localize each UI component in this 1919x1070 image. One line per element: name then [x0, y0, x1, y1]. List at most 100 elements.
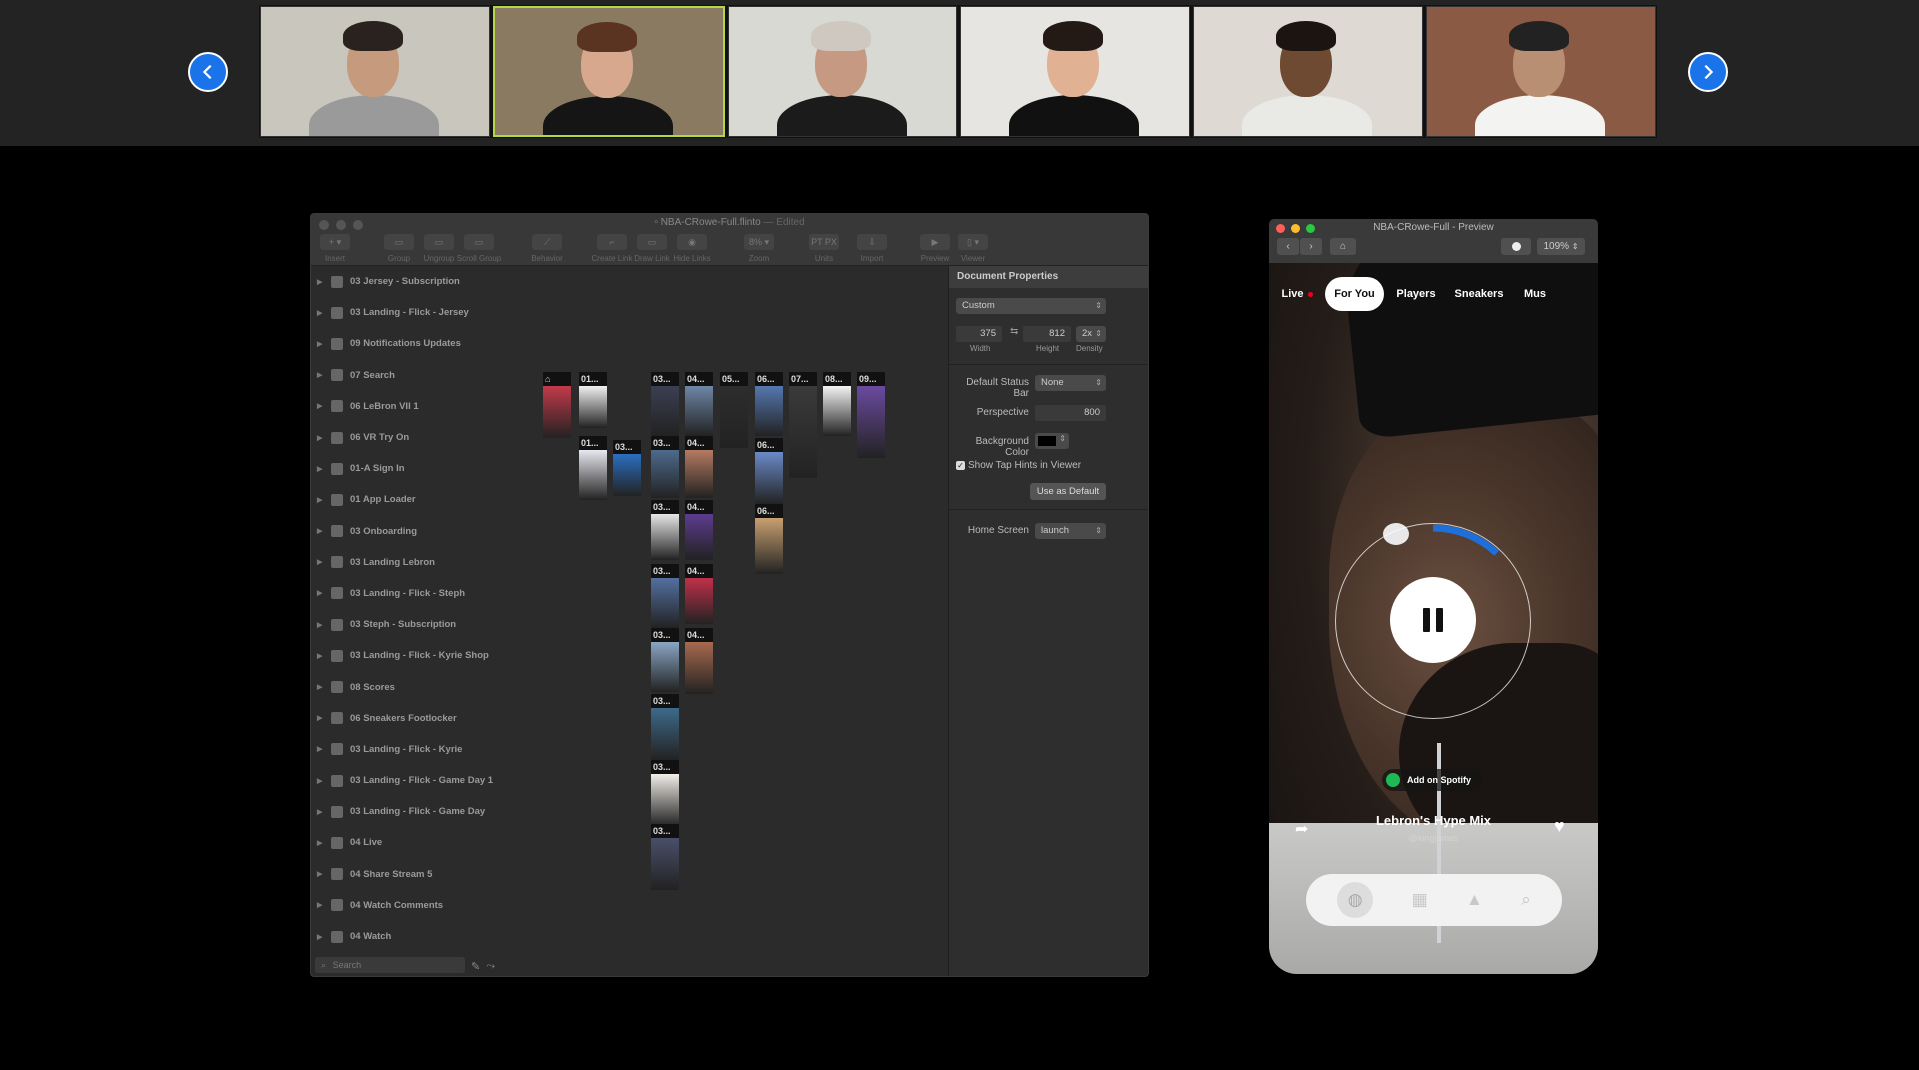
- tab-music[interactable]: Mus: [1520, 277, 1550, 311]
- toolbar-insert-button[interactable]: + ▾ Insert: [311, 234, 363, 263]
- tab-live[interactable]: Live: [1275, 277, 1319, 311]
- disclosure-triangle-icon[interactable]: ▶: [317, 621, 327, 629]
- participant-video-tile[interactable]: [492, 6, 725, 137]
- toolbar-hide-links-button[interactable]: ◉ Hide Links: [664, 234, 720, 263]
- layer-row[interactable]: ▶ 03 Landing - Flick - Game Day 1: [311, 765, 541, 796]
- screen-thumbnail[interactable]: 01...: [579, 372, 607, 428]
- disclosure-triangle-icon[interactable]: ▶: [317, 901, 327, 909]
- tab-players[interactable]: Players: [1393, 277, 1439, 311]
- participant-video-tile[interactable]: [1193, 6, 1424, 137]
- screen-thumbnail[interactable]: 03...: [651, 372, 679, 436]
- screen-thumbnail[interactable]: 06...: [755, 372, 783, 436]
- screen-thumbnail[interactable]: 03...: [651, 824, 679, 890]
- disclosure-triangle-icon[interactable]: ▶: [317, 870, 327, 878]
- layer-row[interactable]: ▶ 03 Landing - Flick - Jersey: [311, 297, 541, 328]
- phone-preview-screen[interactable]: Live For You Players Sneakers Mus Add on…: [1269, 263, 1598, 974]
- layer-row[interactable]: ▶ 03 Landing - Flick - Game Day: [311, 796, 541, 827]
- screen-thumbnail[interactable]: 07...: [789, 372, 817, 478]
- disclosure-triangle-icon[interactable]: ▶: [317, 933, 327, 941]
- height-field[interactable]: 812: [1023, 326, 1071, 342]
- toolbar-scroll-group-button[interactable]: ▭ Scroll Group: [451, 234, 507, 263]
- screen-thumbnail[interactable]: 04...: [685, 436, 713, 498]
- disclosure-triangle-icon[interactable]: ▶: [317, 496, 327, 504]
- screen-thumbnail[interactable]: 04...: [685, 564, 713, 624]
- toolbar-viewer-button[interactable]: ▯ ▾ Viewer: [945, 234, 1001, 263]
- layer-row[interactable]: ▶ 01-A Sign In: [311, 453, 541, 484]
- link-path-icon[interactable]: ⤳: [486, 960, 495, 973]
- participant-video-tile[interactable]: [260, 6, 490, 137]
- screen-thumbnail[interactable]: 08...: [823, 372, 851, 436]
- previous-participants-button[interactable]: [188, 52, 228, 92]
- layer-row[interactable]: ▶ 07 Search: [311, 360, 541, 391]
- scores-icon[interactable]: ▦: [1412, 890, 1428, 910]
- layer-row[interactable]: ▶ 03 Landing - Flick - Kyrie Shop: [311, 640, 541, 671]
- perspective-field[interactable]: 800: [1035, 405, 1106, 421]
- heart-icon[interactable]: ♥: [1554, 816, 1565, 837]
- layer-row[interactable]: ▶ 09 Notifications Updates: [311, 328, 541, 359]
- screens-canvas[interactable]: ⌂ 01... 01... 03... 03... 03... 03... 03... 03..…: [541, 266, 885, 976]
- participant-video-tile[interactable]: [960, 6, 1191, 137]
- add-on-spotify-button[interactable]: Add on Spotify: [1382, 769, 1482, 791]
- disclosure-triangle-icon[interactable]: ▶: [317, 402, 327, 410]
- disclosure-triangle-icon[interactable]: ▶: [317, 558, 327, 566]
- toolbar-behavior-button[interactable]: ⟋ Behavior: [519, 234, 575, 263]
- notifications-bell-icon[interactable]: ▲: [1466, 890, 1483, 910]
- use-as-default-button[interactable]: Use as Default: [1030, 483, 1106, 500]
- disclosure-triangle-icon[interactable]: ▶: [317, 652, 327, 660]
- disclosure-triangle-icon[interactable]: ▶: [317, 309, 327, 317]
- search-icon[interactable]: ⌕: [1521, 890, 1531, 910]
- disclosure-triangle-icon[interactable]: ▶: [317, 745, 327, 753]
- layer-row[interactable]: ▶ 08 Scores: [311, 671, 541, 702]
- status-bar-select[interactable]: None ⇕: [1035, 375, 1106, 391]
- layer-row[interactable]: ▶ 03 Onboarding: [311, 516, 541, 547]
- tab-for-you[interactable]: For You: [1325, 277, 1384, 311]
- tab-sneakers[interactable]: Sneakers: [1450, 277, 1508, 311]
- screen-thumbnail[interactable]: 03...: [651, 436, 679, 498]
- toolbar-import-button[interactable]: ⇩ Import: [844, 234, 900, 263]
- back-button[interactable]: ‹: [1277, 238, 1299, 255]
- layer-row[interactable]: ▶ 04 Watch: [311, 921, 541, 952]
- participant-video-tile[interactable]: [1426, 6, 1656, 137]
- screen-thumbnail[interactable]: 04...: [685, 500, 713, 560]
- screen-thumbnail[interactable]: 03...: [651, 500, 679, 560]
- background-color-well[interactable]: ⇕: [1035, 433, 1069, 449]
- disclosure-triangle-icon[interactable]: ▶: [317, 340, 327, 348]
- screen-thumbnail[interactable]: 09...: [857, 372, 885, 458]
- layer-row[interactable]: ▶ 03 Jersey - Subscription: [311, 266, 541, 297]
- layer-row[interactable]: ▶ 01 App Loader: [311, 484, 541, 515]
- disclosure-triangle-icon[interactable]: ▶: [317, 683, 327, 691]
- home-button[interactable]: ⌂: [1330, 238, 1356, 255]
- magic-wand-icon[interactable]: ✎: [471, 960, 480, 973]
- disclosure-triangle-icon[interactable]: ▶: [317, 714, 327, 722]
- toolbar-zoom-button[interactable]: 8% ▾ Zoom: [731, 234, 787, 263]
- layers-search-input[interactable]: ⌕ Search: [315, 957, 465, 973]
- layer-row[interactable]: ▶ 03 Steph - Subscription: [311, 609, 541, 640]
- pause-button[interactable]: [1390, 577, 1476, 663]
- screen-thumbnail[interactable]: 03...: [651, 628, 679, 692]
- layer-row[interactable]: ▶ 04 Live: [311, 827, 541, 858]
- disclosure-triangle-icon[interactable]: ▶: [317, 434, 327, 442]
- layer-row[interactable]: ▶ 06 VR Try On: [311, 422, 541, 453]
- width-field[interactable]: 375: [956, 326, 1002, 342]
- basketball-icon[interactable]: ◍: [1337, 882, 1374, 918]
- screen-thumbnail[interactable]: 06...: [755, 504, 783, 574]
- disclosure-triangle-icon[interactable]: ▶: [317, 465, 327, 473]
- zoom-select[interactable]: 109% ⇕: [1537, 238, 1585, 255]
- forward-button[interactable]: ›: [1300, 238, 1322, 255]
- screen-thumbnail[interactable]: 03...: [613, 440, 641, 496]
- density-select[interactable]: 2x ⇕: [1076, 326, 1106, 342]
- disclosure-triangle-icon[interactable]: ▶: [317, 777, 327, 785]
- disclosure-triangle-icon[interactable]: ▶: [317, 371, 327, 379]
- disclosure-triangle-icon[interactable]: ▶: [317, 839, 327, 847]
- screen-thumbnail[interactable]: 01...: [579, 436, 607, 500]
- screen-thumbnail[interactable]: 03...: [651, 564, 679, 628]
- participant-video-tile[interactable]: [727, 6, 958, 137]
- screen-thumbnail[interactable]: 05...: [720, 372, 748, 448]
- layer-row[interactable]: ▶ 04 Share Stream 5: [311, 859, 541, 890]
- screen-thumbnail[interactable]: 03...: [651, 694, 679, 760]
- device-select[interactable]: Custom ⇕: [956, 298, 1106, 314]
- layer-row[interactable]: ▶ 03 Landing - Flick - Steph: [311, 578, 541, 609]
- tap-hints-checkbox[interactable]: ✓: [956, 461, 965, 470]
- disclosure-triangle-icon[interactable]: ▶: [317, 278, 327, 286]
- screen-thumbnail[interactable]: 04...: [685, 372, 713, 436]
